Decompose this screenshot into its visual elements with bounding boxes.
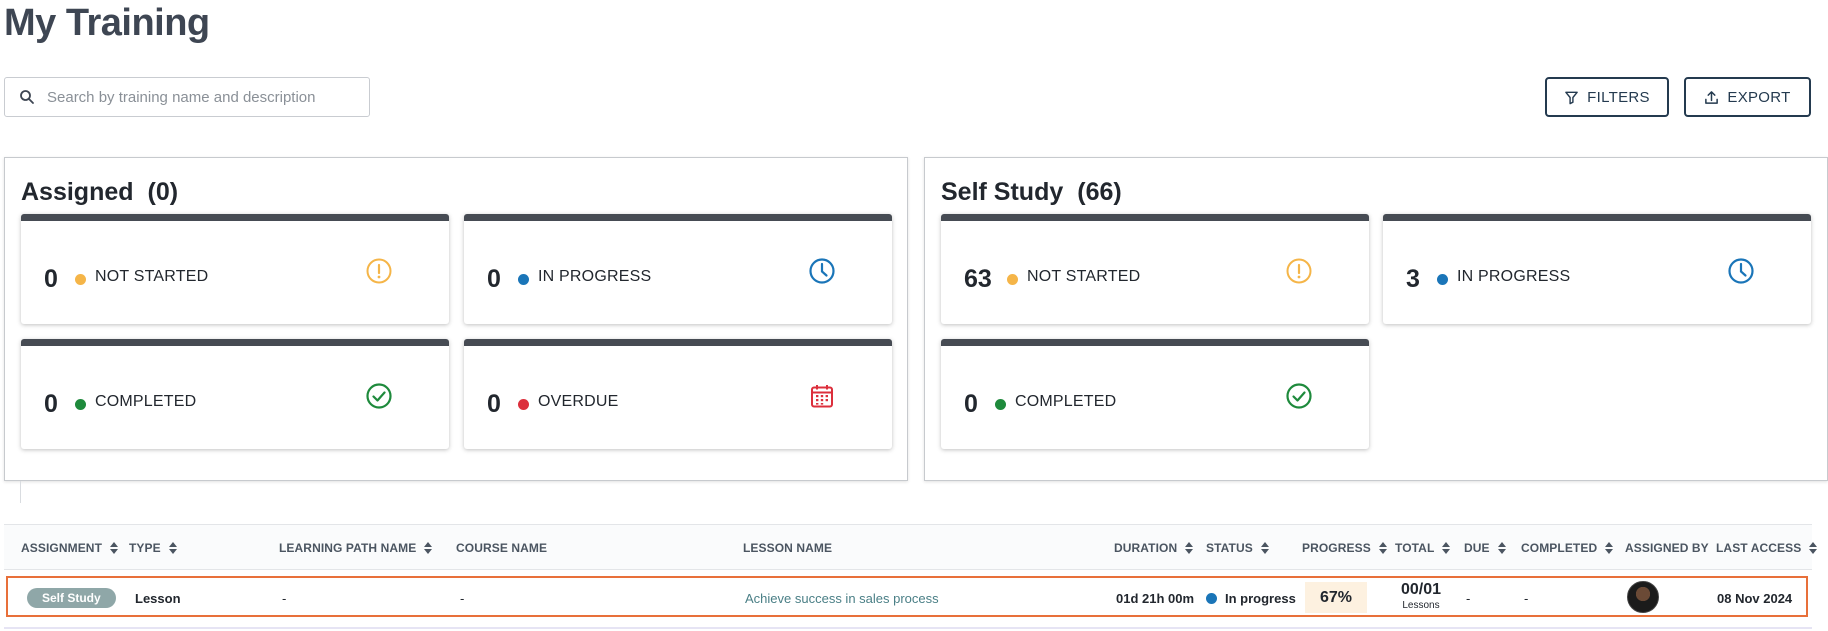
type-cell: Lesson: [135, 591, 181, 606]
assignment-badge: Self Study: [27, 588, 116, 608]
assigned-not-started-card[interactable]: 0 NOT STARTED: [21, 214, 449, 324]
stat-label: COMPLETED: [95, 393, 197, 410]
duration-cell: 01d 21h 00m: [1116, 591, 1195, 606]
page-title: My Training: [4, 2, 210, 44]
not-started-dot: [75, 274, 86, 285]
stat-value: 3: [1406, 265, 1420, 293]
self-study-count: (66): [1077, 178, 1122, 206]
stat-label: NOT STARTED: [95, 268, 209, 285]
column-last-access[interactable]: LAST ACCESS: [1716, 541, 1818, 555]
divider: [4, 627, 1812, 629]
filters-label: FILTERS: [1587, 88, 1650, 106]
assigned-count: (0): [147, 178, 179, 206]
divider: [20, 481, 21, 503]
check-circle-icon: [1286, 383, 1312, 409]
column-assignment[interactable]: ASSIGNMENT: [21, 541, 119, 555]
completed-dot: [75, 399, 86, 410]
stat-value: 63: [964, 265, 992, 293]
total-value: 00/01: [1400, 581, 1442, 598]
course-cell: -: [460, 591, 465, 606]
column-course-name: COURSE NAME: [456, 541, 548, 555]
sort-icon: [1605, 542, 1614, 554]
self-study-not-started-card[interactable]: 63 NOT STARTED: [941, 214, 1369, 324]
sort-icon: [1185, 542, 1194, 554]
self-study-title: Self Study (66): [941, 178, 1122, 206]
assigned-overdue-card[interactable]: 0 OVERDUE: [464, 339, 892, 449]
last-access-cell: 08 Nov 2024: [1717, 591, 1793, 606]
sort-icon: [1260, 542, 1269, 554]
sort-icon: [424, 542, 433, 554]
sort-icon: [1809, 542, 1818, 554]
stat-label: OVERDUE: [538, 393, 619, 410]
column-due[interactable]: DUE: [1464, 541, 1506, 555]
learning-path-cell: -: [282, 591, 287, 606]
lesson-link[interactable]: Achieve success in sales process: [745, 591, 939, 606]
in-progress-dot: [1206, 593, 1217, 604]
assigned-title: Assigned (0): [21, 178, 179, 206]
sort-icon: [1442, 542, 1451, 554]
assigned-completed-card[interactable]: 0 COMPLETED: [21, 339, 449, 449]
completed-dot: [995, 399, 1006, 410]
self-study-in-progress-card[interactable]: 3 IN PROGRESS: [1383, 214, 1811, 324]
stat-value: 0: [44, 390, 58, 418]
table-header: ASSIGNMENT TYPE LEARNING PATH NAME COURS…: [4, 524, 1818, 570]
self-study-completed-card[interactable]: 0 COMPLETED: [941, 339, 1369, 449]
clock-icon: [1728, 258, 1754, 284]
export-label: EXPORT: [1727, 88, 1791, 106]
due-cell: -: [1466, 591, 1471, 606]
in-progress-dot: [518, 274, 529, 285]
check-circle-icon: [366, 383, 392, 409]
search-input[interactable]: [47, 88, 347, 106]
status-cell: In progress: [1206, 591, 1296, 606]
sort-icon: [1497, 542, 1506, 554]
total-cell: 00/01 Lessons: [1399, 581, 1443, 611]
calendar-icon: [811, 385, 833, 408]
self-study-panel: Self Study (66) 63 NOT STARTED 3 IN PROGR…: [924, 157, 1828, 481]
filter-icon: [1565, 91, 1578, 104]
overdue-dot: [518, 399, 529, 410]
completed-cell: -: [1524, 591, 1529, 606]
stat-value: 0: [44, 265, 58, 293]
stat-value: 0: [487, 265, 501, 293]
column-status[interactable]: STATUS: [1206, 541, 1269, 555]
progress-cell: 67%: [1305, 582, 1367, 613]
stat-label: IN PROGRESS: [1457, 268, 1571, 285]
table-row[interactable]: Self Study Lesson - - Achieve success in…: [6, 576, 1808, 617]
column-learning-path-name[interactable]: LEARNING PATH NAME: [279, 541, 433, 555]
column-duration[interactable]: DURATION: [1114, 541, 1194, 555]
column-total[interactable]: TOTAL: [1395, 541, 1451, 555]
column-assigned-by: ASSIGNED BY: [1625, 541, 1709, 555]
status-text: In progress: [1225, 591, 1296, 606]
column-progress[interactable]: PROGRESS: [1302, 541, 1387, 555]
filters-button[interactable]: FILTERS: [1545, 77, 1669, 117]
in-progress-dot: [1437, 274, 1448, 285]
assigned-in-progress-card[interactable]: 0 IN PROGRESS: [464, 214, 892, 324]
search-box[interactable]: [4, 77, 370, 117]
search-icon: [20, 90, 34, 104]
stat-label: NOT STARTED: [1027, 268, 1141, 285]
export-button[interactable]: EXPORT: [1684, 77, 1811, 117]
sort-icon: [110, 542, 119, 554]
column-type[interactable]: TYPE: [129, 541, 177, 555]
stat-value: 0: [964, 390, 978, 418]
alert-circle-icon: [366, 258, 392, 284]
total-unit: Lessons: [1402, 600, 1440, 611]
clock-icon: [809, 258, 835, 284]
stat-label: IN PROGRESS: [538, 268, 652, 285]
stat-value: 0: [487, 390, 501, 418]
stat-label: COMPLETED: [1015, 393, 1117, 410]
alert-circle-icon: [1286, 258, 1312, 284]
upload-icon: [1705, 90, 1719, 104]
column-completed[interactable]: COMPLETED: [1521, 541, 1614, 555]
my-training-page: My Training FILTERS EXPORT Assigned(0) 0…: [0, 0, 1828, 631]
assigned-panel: Assigned (0) 0 NOT STARTED 0 IN PROGRESS …: [4, 157, 908, 481]
sort-icon: [168, 542, 177, 554]
not-started-dot: [1007, 274, 1018, 285]
avatar[interactable]: [1627, 581, 1659, 613]
sort-icon: [1378, 542, 1387, 554]
column-lesson-name: LESSON NAME: [743, 541, 833, 555]
